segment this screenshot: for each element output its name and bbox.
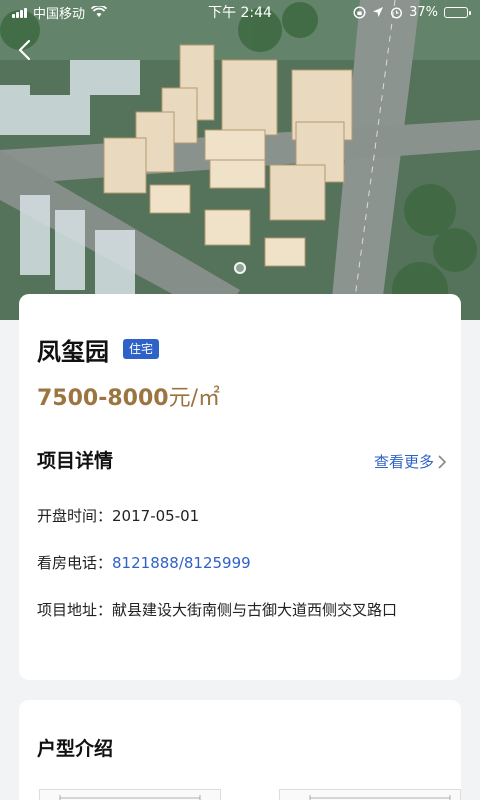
project-name: 凤玺园: [37, 338, 109, 366]
opening-date-row: 开盘时间：2017-05-01: [37, 502, 199, 530]
price-value: 7500-8000: [37, 386, 169, 411]
floor-plan-card: 户型介绍: [19, 700, 461, 800]
view-more-link[interactable]: 查看更多: [374, 451, 447, 472]
address-label: 项目地址：: [37, 601, 113, 619]
floor-plan-thumbnail[interactable]: [39, 789, 221, 800]
floor-plan-thumbnail[interactable]: [279, 789, 461, 800]
floor-plan-section-title: 户型介绍: [37, 738, 114, 760]
phone-row: 看房电话：8121888/8125999: [37, 549, 251, 577]
status-bar: 中国移动 下午 2:44 37%: [0, 0, 480, 24]
chevron-left-icon[interactable]: [14, 38, 36, 62]
floor-plan-drawing: [309, 795, 451, 800]
address-value: 献县建设大街南侧与古御大道西侧交叉路口: [112, 601, 398, 619]
chevron-right-icon: [438, 454, 447, 469]
carousel-indicator[interactable]: [234, 262, 246, 274]
phone-number-link[interactable]: 8121888/8125999: [112, 554, 251, 572]
address-row: 项目地址：献县建设大街南侧与古御大道西侧交叉路口: [37, 596, 447, 624]
phone-label: 看房电话：: [37, 554, 113, 572]
clock: 下午 2:44: [208, 5, 272, 21]
price-unit: 元/㎡: [168, 386, 221, 411]
project-info-card: 凤玺园 住宅 7500-8000元/㎡ 项目详情 查看更多 开盘时间：2017-…: [19, 294, 461, 680]
battery-icon: [444, 6, 471, 18]
property-type-badge: 住宅: [123, 339, 160, 359]
details-section-title: 项目详情: [37, 450, 114, 472]
floor-plan-drawing: [59, 795, 201, 800]
price-range: 7500-8000元/㎡: [37, 380, 220, 412]
view-more-label: 查看更多: [373, 453, 434, 471]
opening-date-label: 开盘时间：: [37, 507, 113, 525]
opening-date-value: 2017-05-01: [112, 507, 200, 525]
